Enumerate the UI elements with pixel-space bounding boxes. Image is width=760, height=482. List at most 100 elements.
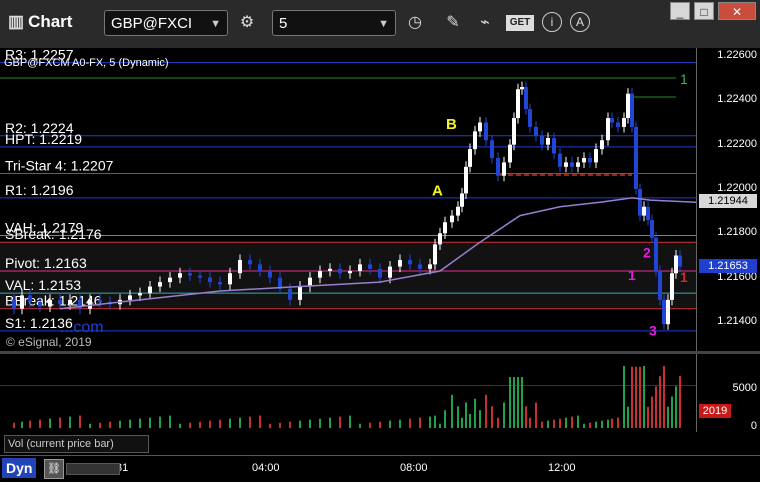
volume-bar [529, 417, 531, 428]
candle-body [610, 118, 614, 123]
candle-body [540, 135, 544, 145]
volume-bar [269, 423, 271, 428]
clock-icon[interactable]: ◷ [404, 12, 426, 34]
symbol-dropdown[interactable]: GBP@FXCI ▼ [104, 10, 228, 36]
volume-bar [651, 396, 653, 428]
candle-body [398, 259, 402, 267]
volume-pane[interactable] [0, 354, 696, 432]
price-tick: 1.22400 [717, 93, 757, 106]
candle-body [138, 293, 142, 296]
volume-bar [39, 419, 41, 428]
candle-body [228, 273, 232, 285]
volume-bar [509, 377, 511, 428]
chevron-down-icon: ▼ [378, 18, 389, 30]
volume-bar [299, 420, 301, 428]
candle-body [654, 237, 658, 272]
price-axis[interactable]: 1.22600 1.22400 1.22200 1.22000 1.21800 1.216… [696, 48, 760, 351]
candle-body [650, 220, 654, 238]
get-icon[interactable]: GET [506, 15, 534, 31]
volume-bar [139, 418, 141, 428]
volume-bar [607, 419, 609, 428]
volume-bar [229, 418, 231, 428]
scrollbar[interactable] [66, 463, 120, 475]
candle-body [468, 149, 472, 167]
candle-body [524, 87, 528, 110]
volume-bar [461, 417, 463, 428]
candle-body [484, 122, 488, 141]
volume-bar [109, 421, 111, 428]
count-label: 2 [643, 245, 651, 261]
volume-bar [249, 416, 251, 428]
volume-bar [59, 417, 61, 428]
candle-body [588, 157, 592, 163]
candle-body [520, 87, 524, 90]
candle-body [428, 264, 432, 269]
volume-bar [389, 420, 391, 428]
candle-body [358, 264, 362, 272]
chart-window-icon: ▥ [8, 12, 25, 31]
candle-body [148, 286, 152, 294]
volume-bar [559, 418, 561, 428]
target-count: 1 [680, 71, 688, 87]
dynamic-mode-label[interactable]: Dyn [2, 458, 37, 478]
price-tick: 1.22600 [717, 49, 757, 61]
price-tick: 1.22000 [717, 182, 757, 194]
price-chart[interactable]: R3: 1.2257 R2: 1.2224 HPT: 1.2219 Tri-Star … [0, 47, 697, 351]
candle-body [473, 131, 477, 150]
volume-bar [434, 415, 436, 428]
copyright-text: © eSignal, 2019 [6, 335, 92, 349]
candle-body [502, 162, 506, 176]
volume-bar [583, 423, 585, 428]
candle-body [674, 255, 678, 274]
volume-bar [279, 422, 281, 428]
line-chart-icon[interactable]: ⌁ [474, 12, 496, 34]
candle-body [638, 189, 642, 216]
chevron-down-icon: ▼ [210, 18, 221, 30]
volume-bar [517, 377, 519, 428]
volume-tick: 5000 [732, 382, 757, 394]
volume-bar [129, 419, 131, 428]
pencil-icon[interactable]: ✎ [442, 12, 464, 34]
minimize-button[interactable]: _ [670, 2, 690, 20]
level-label: HPT: 1.2219 [5, 131, 82, 147]
volume-bar [639, 366, 641, 428]
candle-body [318, 271, 322, 278]
watermark-text: ...com [60, 319, 104, 336]
gear-icon[interactable]: ⚙ [236, 12, 258, 34]
alert-icon[interactable]: A [570, 12, 590, 32]
volume-bar [671, 396, 673, 428]
volume-study-label[interactable]: Vol (current price bar) [4, 435, 149, 453]
info-icon[interactable]: i [542, 12, 562, 32]
candle-body [630, 93, 634, 127]
volume-bar [89, 423, 91, 428]
close-button[interactable]: ✕ [718, 2, 756, 20]
candle-body [408, 259, 412, 265]
restore-button[interactable]: □ [694, 2, 714, 20]
candle-body [678, 255, 682, 267]
candle-body [512, 118, 516, 145]
volume-bar [219, 419, 221, 428]
candle-body [198, 275, 202, 278]
candle-body [128, 295, 132, 300]
volume-axis: 5000 2019 0 [696, 354, 760, 432]
volume-bar [553, 419, 555, 428]
candle-body [606, 118, 610, 141]
candle-body [570, 162, 574, 167]
candle-body [576, 162, 580, 167]
level-label: Tri-Star 4: 1.2207 [5, 157, 114, 173]
series-label: GBP@FXCM A0-FX, 5 (Dynamic) [4, 57, 169, 69]
link-icon[interactable]: ⛓ [44, 459, 64, 479]
candle-body [616, 122, 620, 127]
interval-dropdown[interactable]: 5 ▼ [272, 10, 396, 36]
current-price-badge: 1.21653 [699, 258, 757, 273]
volume-bar [439, 423, 441, 428]
volume-bar [329, 417, 331, 428]
pattern-label-a: A [432, 183, 443, 200]
candle-body [594, 149, 598, 163]
volume-bar [99, 422, 101, 428]
volume-bar [627, 406, 629, 428]
volume-bar [465, 402, 467, 428]
candle-body [516, 89, 520, 119]
volume-bar [369, 422, 371, 428]
toolbar: ▥ Chart GBP@FXCI ▼ ⚙ 5 ▼ ◷ ✎ ⌁ GET i A _ … [0, 0, 760, 49]
